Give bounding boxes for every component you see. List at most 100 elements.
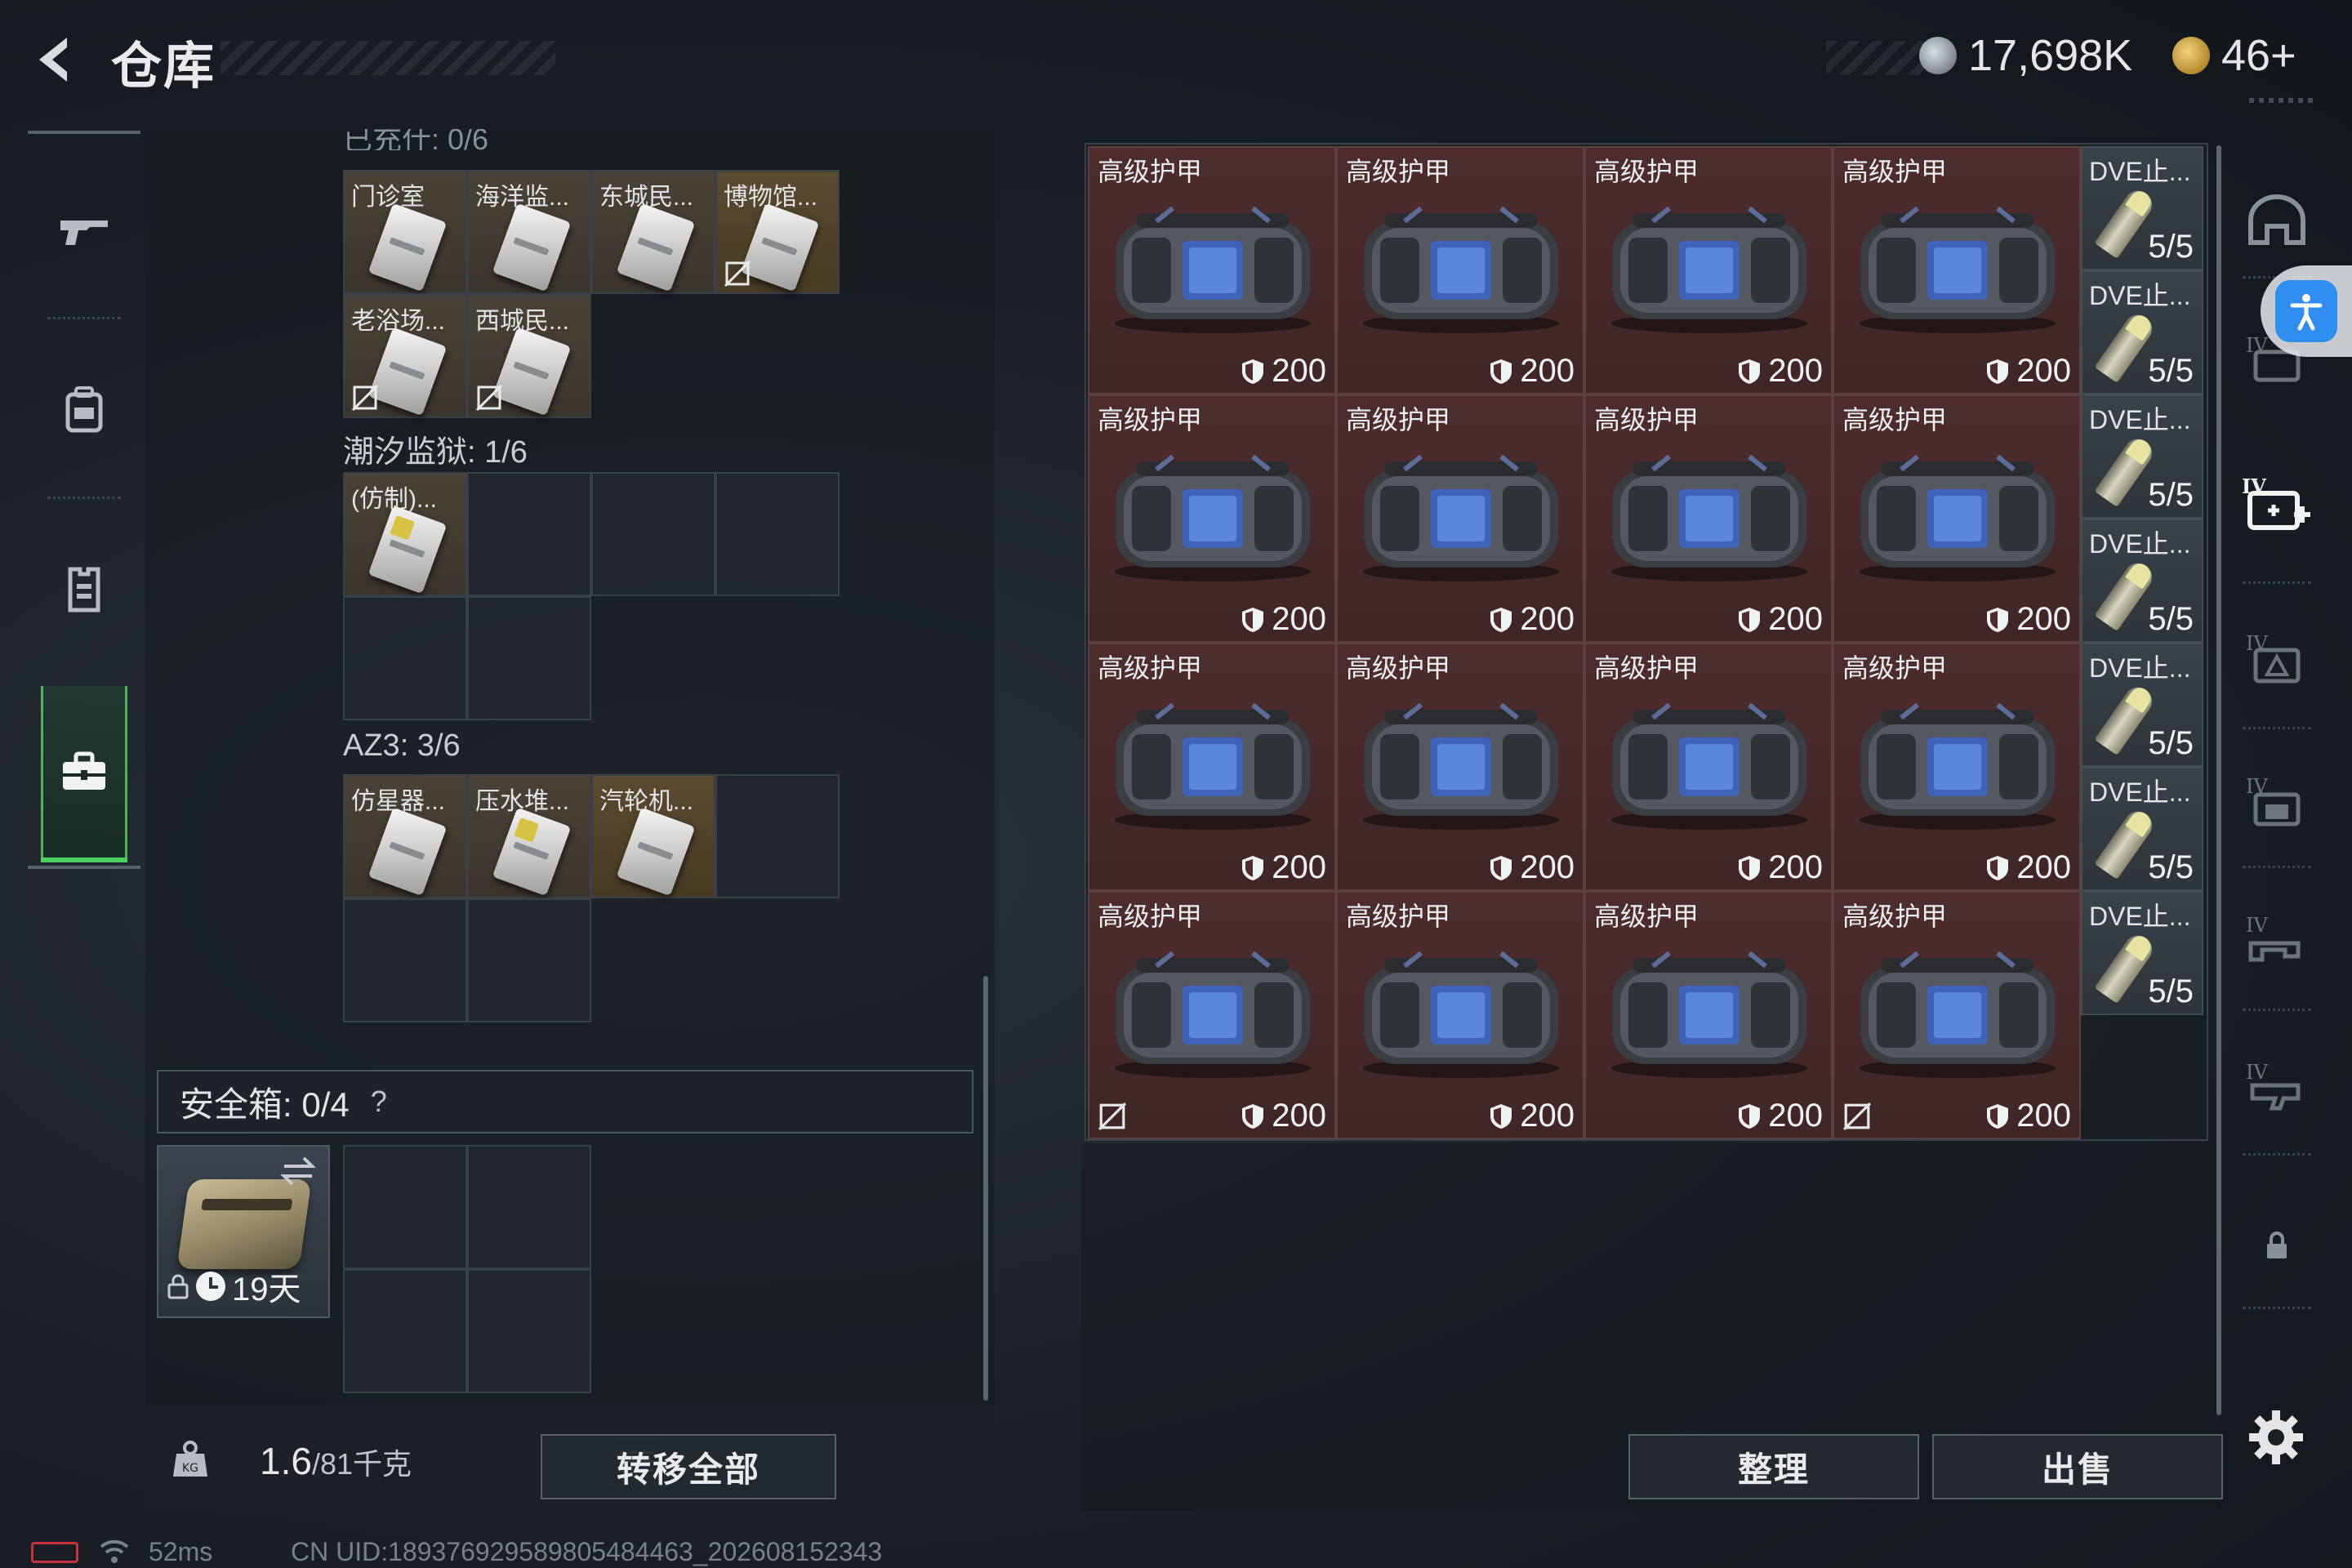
keycard-slot[interactable]: 仿星器... [343,774,467,898]
keycard-slot[interactable]: 老浴场... [343,294,467,418]
keycard-slot[interactable]: (仿制)... [343,472,467,596]
armor-item[interactable]: 高级护甲 200 [1833,643,2081,891]
armor-item[interactable]: 高级护甲 200 [1088,394,1336,643]
empty-slot[interactable] [715,774,840,898]
left-nav [28,131,140,870]
empty-slot[interactable] [467,1269,591,1393]
empty-slot[interactable] [591,472,715,596]
help-icon[interactable]: ? [363,1085,395,1118]
nav-backpack[interactable] [39,364,129,454]
armor-item[interactable]: 高级护甲 200 [1584,891,1833,1139]
keycard-slot[interactable]: 汽轮机... [591,774,715,898]
right-scrollbar[interactable] [2216,145,2221,1415]
item-name: 高级护甲 [1098,653,1203,683]
ammo-item[interactable]: DVE止... 5/5 [2081,394,2203,519]
empty-slot[interactable] [343,898,467,1022]
empty-slot[interactable] [715,472,840,596]
durability-shield-icon [1739,359,1761,384]
ammo-item[interactable]: DVE止... 5/5 [2081,146,2203,270]
tier4-item-icon: IV [2246,775,2301,826]
item-name: DVE止... [2089,405,2191,434]
weight-readout: 1.6/81千克 [260,1439,412,1483]
keycard-slot[interactable]: 西城民... [467,294,591,418]
armor-item[interactable]: 高级护甲 200 [1336,891,1584,1139]
durability-shield-icon [1739,607,1761,632]
armor-vest-icon [1611,951,1807,1078]
rail-item-tier4-d[interactable]: IV [2236,898,2318,980]
empty-slot[interactable] [467,898,591,1022]
nav-vest[interactable] [39,544,129,634]
item-name: DVE止... [2089,777,2191,807]
armor-item[interactable]: 高级护甲 200 [1584,146,1833,394]
armor-item[interactable]: 高级护甲 200 [1584,394,1833,643]
item-name: 高级护甲 [1098,157,1203,186]
transfer-all-button[interactable]: 转移全部 [541,1434,836,1499]
keycard-slot[interactable]: 海洋监... [467,170,591,294]
durability-readout: 200 [1241,601,1326,638]
rail-item-tier4-c[interactable]: IV [2236,760,2318,841]
durability-value: 200 [1768,1098,1823,1134]
currency-silver[interactable]: 17,698K [1919,31,2132,80]
empty-slot[interactable] [467,596,591,720]
ammo-count: 5/5 [2148,229,2194,265]
rail-item-tier4-e[interactable]: IV [2236,1045,2318,1127]
item-name: 汽轮机... [599,788,694,815]
medkit-icon: IV [2242,474,2310,530]
durability-value: 200 [1272,849,1326,885]
armor-item[interactable]: 高级护甲 200 [1584,643,1833,891]
empty-slot[interactable] [343,1145,467,1269]
armor-item[interactable]: 高级护甲 200 [1088,146,1336,394]
empty-slot[interactable] [467,1145,591,1269]
armor-item[interactable]: 高级护甲 200 [1833,891,2081,1139]
ammo-item[interactable]: DVE止... 5/5 [2081,643,2203,767]
keycard-slot[interactable]: 东城民... [591,170,715,294]
currency-gold[interactable]: 46+ [2172,31,2296,80]
item-name: 海洋监... [475,184,570,211]
armor-item[interactable]: 高级护甲 200 [1088,891,1336,1139]
left-scrollbar[interactable] [983,976,988,1401]
sort-button[interactable]: 整理 [1628,1434,1919,1499]
armor-item[interactable]: 高级护甲 200 [1336,394,1584,643]
rail-item-locked[interactable] [2236,1205,2318,1286]
armor-item[interactable]: 高级护甲 200 [1833,394,2081,643]
rail-item-medkit[interactable]: IV [2236,466,2318,547]
settings-gear-icon[interactable] [2247,1409,2305,1466]
item-name: 高级护甲 [1842,653,1948,683]
armor-item[interactable]: 高级护甲 200 [1088,643,1336,891]
keycard-icon [492,327,572,416]
safebox-slot[interactable]: 19天 [157,1145,330,1318]
durability-shield-icon [1739,1103,1761,1129]
rail-item-helmet[interactable] [2236,180,2318,261]
empty-slot[interactable] [343,1269,467,1393]
accessibility-button[interactable] [2261,265,2352,357]
keycard-slot[interactable]: 博物馆... [715,170,840,294]
empty-slot[interactable] [467,472,591,596]
armor-vest-icon [1860,454,2056,581]
weight-capacity: /81 [311,1447,353,1481]
armor-item[interactable]: 高级护甲 200 [1336,643,1584,891]
ammo-item[interactable]: DVE止... 5/5 [2081,519,2203,643]
ping-text: 52ms [149,1537,213,1566]
ammo-item[interactable]: DVE止... 5/5 [2081,270,2203,394]
tier4-item-icon: IV [2246,914,2301,962]
armor-vest-icon [1860,951,2056,1078]
ammo-item[interactable]: DVE止... 5/5 [2081,891,2203,1015]
ammo-count: 5/5 [2148,849,2194,885]
gold-amount: 46+ [2221,31,2296,80]
rail-separator [2243,1307,2311,1309]
nav-containers[interactable] [41,686,127,862]
back-arrow-icon[interactable] [28,31,85,88]
rail-item-tier4-b[interactable]: IV [2236,617,2318,698]
sell-button[interactable]: 出售 [1932,1434,2223,1499]
swap-icon[interactable] [279,1155,317,1187]
nav-weapon[interactable] [39,185,129,274]
empty-slot[interactable] [343,596,467,720]
keycard-slot[interactable]: 压水堆... [467,774,591,898]
armor-vest-icon [1860,702,2056,830]
durability-readout: 200 [1489,1098,1575,1134]
item-name: 西城民... [475,308,570,335]
armor-item[interactable]: 高级护甲 200 [1336,146,1584,394]
armor-item[interactable]: 高级护甲 200 [1833,146,2081,394]
keycard-slot[interactable]: 门诊室 [343,170,467,294]
ammo-item[interactable]: DVE止... 5/5 [2081,767,2203,891]
